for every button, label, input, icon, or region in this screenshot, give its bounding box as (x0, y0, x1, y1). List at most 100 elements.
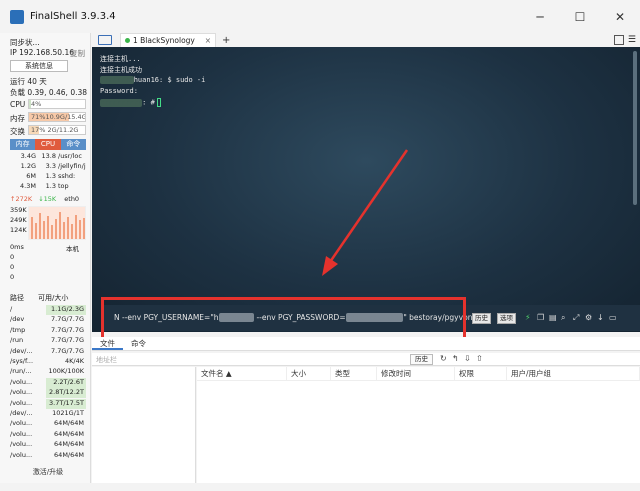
path-history-button[interactable]: 历史 (410, 354, 433, 365)
memory-label: 内存 (10, 114, 25, 123)
copy-icon[interactable]: ❐ (537, 313, 544, 322)
net-interface-select[interactable]: eth0 (64, 195, 79, 203)
disk-row: /volu... 3.7T/17.5T (10, 398, 86, 409)
disk-row: /volu... 64M/64M (10, 419, 84, 428)
grid-view-icon[interactable] (614, 35, 624, 45)
cpu-meter: 4% (28, 99, 86, 109)
connected-dot-icon (125, 38, 130, 43)
session-tab-bar: 1 BlackSynology × + ☰ (92, 33, 640, 47)
system-info-button[interactable]: 系统信息 (10, 60, 68, 72)
disk-row: /volu... 64M/64M (10, 429, 84, 438)
status-sidebar: 同步状... IP 192.168.50.16 复制 系统信息 运行 40 天 … (0, 33, 91, 483)
download-icon[interactable]: ↓ (597, 313, 604, 322)
tab-blacksynology[interactable]: 1 BlackSynology × (120, 33, 216, 47)
window-title: FinalShell 3.9.3.4 (30, 11, 116, 22)
ping-host[interactable]: 本机 (66, 243, 79, 253)
disk-header-path[interactable]: 路径 (10, 293, 38, 304)
net-scale-label: 124K (10, 226, 27, 234)
fullscreen-icon[interactable]: ⤢ (573, 313, 579, 323)
highlight-box (101, 297, 466, 340)
disk-row: /sys/f... 4K/4K (10, 357, 84, 365)
memory-meter: 71%10.9G/15.4G (28, 112, 86, 122)
network-graph (28, 206, 86, 240)
file-list-header: 文件名 ▲ 大小 类型 修改时间 权限 用户/用户组 (197, 367, 640, 381)
tab-close-icon[interactable]: × (205, 36, 211, 45)
disk-row: /dev/... 7.7G/7.7G (10, 346, 84, 355)
network-header: ↑272K ↓15K eth0 (10, 195, 86, 205)
header-type[interactable]: 类型 (331, 367, 377, 380)
download-file-icon[interactable]: ⇩ (464, 354, 471, 363)
disk-row: /run 7.7G/7.7G (10, 336, 84, 345)
copy-ip-link[interactable]: 复制 (70, 48, 85, 59)
minimize-button[interactable]: ─ (520, 0, 560, 33)
upgrade-button[interactable]: 激活/升级 (10, 467, 86, 477)
terminal-scrollbar[interactable] (633, 51, 637, 205)
process-row: 4.3M 1.3 top (20, 182, 69, 190)
menu-icon[interactable]: ☰ (628, 35, 636, 45)
history-button[interactable]: 历史 (472, 313, 491, 324)
parent-dir-icon[interactable]: ↰ (452, 354, 459, 363)
process-row: 6M 1.3 sshd: (26, 172, 76, 180)
directory-tree[interactable] (92, 367, 196, 483)
disk-row: /run/... 100K/100K (10, 367, 84, 376)
cursor-icon (156, 98, 161, 107)
tab-label: 1 BlackSynology (133, 36, 195, 45)
cpu-label: CPU (10, 100, 26, 109)
swap-label: 交换 (10, 127, 25, 136)
disk-row: /volu... 64M/64M (10, 450, 84, 459)
tab-commands[interactable]: 命令 (123, 337, 154, 350)
uptime-text: 运行 40 天 (10, 77, 47, 86)
lightning-icon[interactable]: ⚡ (525, 313, 531, 322)
network-graph-bars (31, 212, 85, 239)
path-bar: 地址栏 历史 ↻ ↰ ⇩ ⇧ (92, 353, 640, 366)
ping-value: 0 (10, 253, 15, 261)
disk-row: /volu... 2.2T/2.6T (10, 377, 86, 388)
swap-meter: 17% 2G/11.2G (28, 125, 86, 135)
folder-icon[interactable] (98, 35, 112, 45)
disk-row: /tmp 7.7G/7.7G (10, 325, 84, 334)
header-modified[interactable]: 修改时间 (377, 367, 455, 380)
header-permissions[interactable]: 权限 (455, 367, 507, 380)
refresh-icon[interactable]: ↻ (440, 354, 447, 363)
search-icon[interactable]: ⌕ (561, 313, 565, 323)
tab-sort-memory[interactable]: 内存 (10, 139, 36, 150)
disk-row: /volu... 2.8T/12.2T (10, 388, 86, 399)
path-input[interactable]: 地址栏 (96, 355, 117, 365)
terminal-line: rrrrrrrrhuan16: $ sudo -i (100, 76, 206, 84)
tab-files[interactable]: 文件 (92, 337, 123, 350)
process-sort-tabs: 内存 CPU 命令 (10, 139, 86, 150)
maximize-button[interactable]: ☐ (560, 0, 600, 33)
disk-row: /dev 7.7G/7.7G (10, 315, 84, 324)
close-button[interactable]: ✕ (600, 0, 640, 33)
terminal-pane[interactable]: 连接主机... 连接主机成功 rrrrrrrrhuan16: $ sudo -i… (92, 47, 640, 332)
disk-header-size[interactable]: 可用/大小 (38, 293, 68, 304)
more-icon[interactable]: ▭ (609, 313, 617, 322)
terminal-line: Password: (100, 87, 138, 95)
add-tab-icon[interactable]: + (222, 35, 230, 46)
header-filename[interactable]: 文件名 ▲ (197, 367, 287, 380)
disk-header: 路径 可用/大小 (10, 293, 86, 304)
disk-row: /1.1G/2.3G (10, 305, 86, 315)
ping-value: 0 (10, 263, 15, 271)
options-button[interactable]: 选项 (497, 313, 516, 324)
terminal-line: rrrrrrrrrr: # (100, 98, 161, 107)
title-bar: FinalShell 3.9.3.4 ─ ☐ ✕ (0, 0, 640, 33)
app-logo-icon (10, 9, 24, 24)
ping-value: 0 (10, 273, 15, 281)
net-scale-label: 359K (10, 206, 27, 214)
gear-icon[interactable]: ⚙ (585, 313, 592, 322)
finalshell-window: FinalShell 3.9.3.4 ─ ☐ ✕ 同步状... IP 192.1… (0, 0, 640, 491)
header-owner[interactable]: 用户/用户组 (507, 367, 640, 380)
process-row: 3.4G 13.8/usr/loc (20, 152, 82, 160)
tab-sort-cpu[interactable]: CPU (35, 139, 61, 150)
host-ip: IP 192.168.50.16 (10, 48, 74, 57)
terminal-line: 连接主机成功 (100, 66, 142, 74)
file-list[interactable]: 文件名 ▲ 大小 类型 修改时间 权限 用户/用户组 (197, 367, 640, 483)
load-text: 负载 0.39, 0.46, 0.38 (10, 88, 88, 97)
header-size[interactable]: 大小 (287, 367, 331, 380)
net-download: ↓15K (38, 195, 57, 203)
paste-icon[interactable]: ▤ (549, 313, 557, 322)
ping-label: 0ms (10, 243, 24, 251)
tab-sort-command[interactable]: 命令 (60, 139, 86, 150)
upload-file-icon[interactable]: ⇧ (476, 354, 483, 363)
